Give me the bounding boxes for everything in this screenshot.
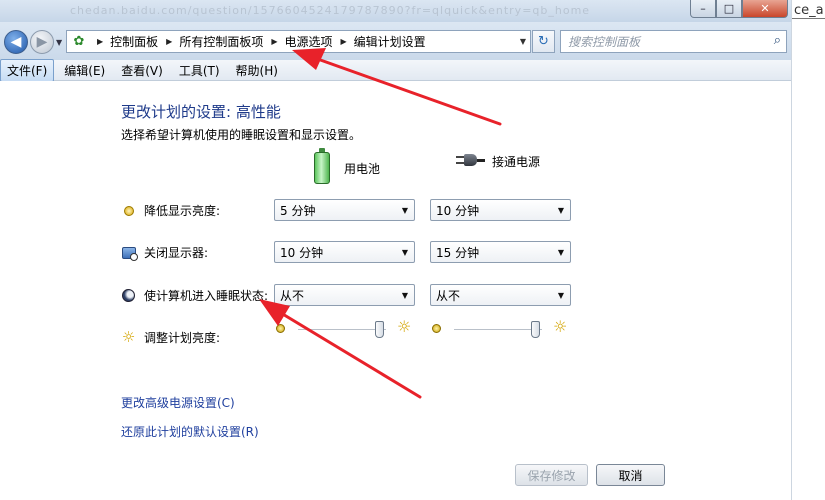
advanced-settings-link[interactable]: 更改高级电源设置(C)	[121, 394, 235, 411]
menu-tools[interactable]: 工具(T)	[173, 60, 226, 81]
maximize-button[interactable]: □	[716, 0, 742, 18]
restore-defaults-link[interactable]: 还原此计划的默认设置(R)	[121, 423, 259, 440]
dim-display-plugged-value: 10 分钟	[436, 203, 480, 218]
breadcrumb-separator-icon[interactable]: ▶	[271, 37, 277, 46]
turn-off-display-label: 关闭显示器:	[144, 246, 209, 260]
chevron-down-icon: ▼	[557, 291, 564, 300]
slider-thumb[interactable]	[531, 321, 541, 338]
breadcrumb-power-options[interactable]: 电源选项	[285, 33, 333, 50]
monitor-clock-icon	[121, 245, 138, 261]
control-panel-icon: ✿	[73, 34, 85, 49]
menu-help[interactable]: 帮助(H)	[230, 60, 284, 81]
refresh-button[interactable]: ↻	[532, 30, 555, 53]
cancel-button[interactable]: 取消	[596, 464, 665, 486]
breadcrumb-all-items[interactable]: 所有控制面板项	[179, 33, 263, 50]
column-header-plugged: 接通电源	[456, 152, 540, 170]
address-bar[interactable]: ✿ ▶ 控制面板 ▶ 所有控制面板项 ▶ 电源选项 ▶ 编辑计划设置 ▼	[66, 30, 531, 53]
save-changes-button[interactable]: 保存修改	[515, 464, 588, 486]
title-bar: chedan.baidu.com/question/15766045241797…	[0, 0, 825, 22]
navigation-bar: ◀ ▶ ▼ ✿ ▶ 控制面板 ▶ 所有控制面板项 ▶ 电源选项 ▶ 编辑计划设置…	[0, 22, 791, 60]
dim-display-icon	[121, 203, 136, 218]
close-button[interactable]: ✕	[742, 0, 788, 18]
bright-sun-icon: ☼	[553, 317, 568, 336]
column-label-plugged: 接通电源	[492, 154, 541, 169]
arrow-right-icon: ▶	[36, 34, 48, 50]
turn-off-display-plugged-value: 15 分钟	[436, 245, 480, 260]
breadcrumb-separator-icon[interactable]: ▶	[97, 37, 103, 46]
background-window-text: ce_a	[794, 3, 824, 18]
recent-pages-dropdown[interactable]: ▼	[56, 38, 62, 47]
dim-display-battery-value: 5 分钟	[280, 203, 316, 218]
background-divider	[792, 18, 825, 19]
dim-display-battery-select[interactable]: 5 分钟 ▼	[274, 199, 415, 221]
forward-button[interactable]: ▶	[30, 30, 54, 54]
column-header-battery: 用电池	[314, 148, 381, 184]
minimize-button[interactable]: –	[690, 0, 716, 18]
chevron-down-icon: ▼	[401, 206, 408, 215]
turn-off-display-plugged-select[interactable]: 15 分钟 ▼	[430, 241, 571, 263]
brightness-battery-slider[interactable]: ☼	[274, 317, 415, 340]
menu-edit[interactable]: 编辑(E)	[58, 60, 111, 81]
bright-sun-icon: ☼	[397, 317, 412, 336]
sleep-plugged-select[interactable]: 从不 ▼	[430, 284, 571, 306]
menu-file[interactable]: 文件(F)	[0, 58, 55, 82]
column-label-battery: 用电池	[344, 161, 381, 176]
slider-thumb[interactable]	[375, 321, 385, 338]
chevron-down-icon: ▼	[401, 291, 408, 300]
dim-sun-icon	[276, 324, 285, 333]
sleep-battery-value: 从不	[280, 288, 305, 303]
brightness-label: 调整计划亮度:	[144, 331, 221, 345]
chevron-down-icon: ▼	[557, 248, 564, 257]
dim-sun-icon	[432, 324, 441, 333]
breadcrumb-control-panel[interactable]: 控制面板	[110, 33, 158, 50]
row-dim-display: 降低显示亮度:	[121, 202, 220, 219]
blurred-url-text: chedan.baidu.com/question/15766045241797…	[70, 4, 591, 17]
dialog-footer: 保存修改 取消	[0, 456, 791, 500]
slider-track[interactable]	[454, 329, 542, 331]
address-dropdown-button[interactable]: ▼	[520, 37, 526, 46]
battery-icon	[314, 148, 330, 184]
power-plug-icon	[456, 152, 485, 170]
search-icon[interactable]: ⌕	[774, 33, 781, 48]
search-input[interactable]	[561, 31, 756, 52]
search-box[interactable]: ⌕	[560, 30, 787, 53]
turn-off-display-battery-select[interactable]: 10 分钟 ▼	[274, 241, 415, 263]
row-turn-off-display: 关闭显示器:	[121, 244, 208, 261]
breadcrumb-separator-icon[interactable]: ▶	[166, 37, 172, 46]
chevron-down-icon: ▼	[401, 248, 408, 257]
turn-off-display-battery-value: 10 分钟	[280, 245, 324, 260]
breadcrumb: ▶ 控制面板 ▶ 所有控制面板项 ▶ 电源选项 ▶ 编辑计划设置	[89, 33, 426, 50]
sleep-plugged-value: 从不	[436, 288, 461, 303]
sleep-moon-icon	[121, 288, 136, 303]
dim-display-label: 降低显示亮度:	[144, 204, 221, 218]
chevron-down-icon: ▼	[557, 206, 564, 215]
row-brightness: ☼ 调整计划亮度:	[121, 329, 220, 346]
menu-bar: 文件(F) 编辑(E) 查看(V) 工具(T) 帮助(H)	[0, 58, 791, 82]
main-content: 更改计划的设置: 高性能 选择希望计算机使用的睡眠设置和显示设置。 用电池 接通…	[0, 81, 791, 500]
sleep-battery-select[interactable]: 从不 ▼	[274, 284, 415, 306]
breadcrumb-edit-plan[interactable]: 编辑计划设置	[354, 33, 426, 50]
breadcrumb-separator-icon[interactable]: ▶	[341, 37, 347, 46]
dim-display-plugged-select[interactable]: 10 分钟 ▼	[430, 199, 571, 221]
back-button[interactable]: ◀	[4, 30, 28, 54]
row-sleep: 使计算机进入睡眠状态:	[121, 287, 268, 304]
brightness-plugged-slider[interactable]: ☼	[430, 317, 571, 340]
chevron-down-icon: ▼	[519, 37, 526, 46]
page-title: 更改计划的设置: 高性能	[121, 103, 281, 121]
background-window-edge: ce_a	[791, 0, 825, 500]
chevron-down-icon: ▼	[56, 38, 63, 47]
brightness-sun-icon: ☼	[121, 328, 136, 346]
arrow-left-icon: ◀	[10, 34, 22, 50]
sleep-label: 使计算机进入睡眠状态:	[144, 289, 269, 303]
refresh-icon: ↻	[538, 34, 549, 49]
menu-view[interactable]: 查看(V)	[115, 60, 169, 81]
window-controls: – □ ✕	[690, 0, 788, 18]
slider-track[interactable]	[298, 329, 386, 331]
page-subtitle: 选择希望计算机使用的睡眠设置和显示设置。	[121, 128, 362, 142]
